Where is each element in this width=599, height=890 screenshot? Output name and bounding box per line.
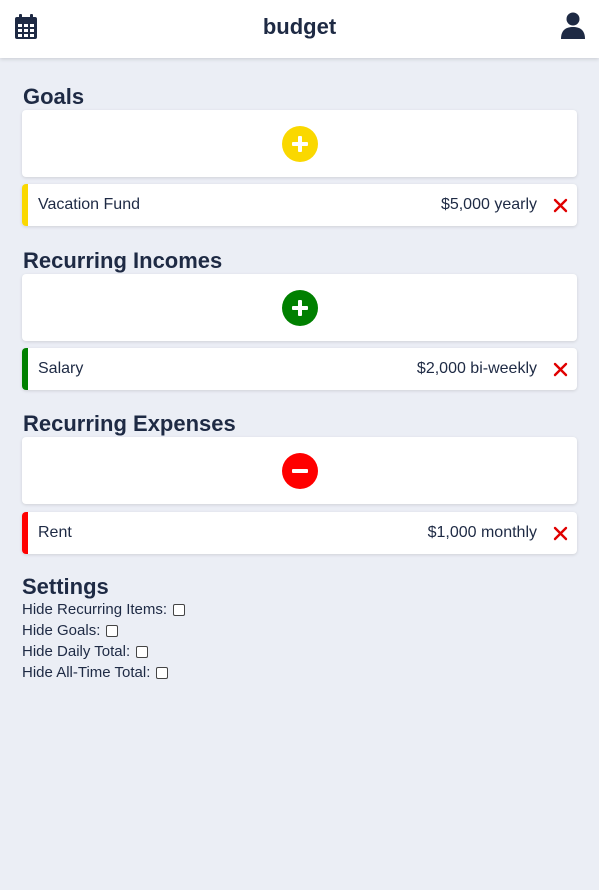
income-amount: $2,000 bi-weekly: [416, 360, 537, 377]
hide-goals-checkbox[interactable]: [106, 624, 119, 637]
goal-name: Vacation Fund: [38, 196, 140, 213]
setting-hide-goals: Hide Goals:: [22, 622, 119, 639]
expense-color-bar: [22, 512, 28, 554]
setting-hide-daily-total: Hide Daily Total:: [22, 643, 149, 660]
expenses-add-card: [22, 437, 577, 504]
setting-hide-recurring: Hide Recurring Items:: [22, 601, 186, 618]
add-expense-button[interactable]: [282, 453, 318, 489]
settings-heading: Settings: [22, 574, 109, 599]
incomes-add-card: [22, 274, 577, 341]
delete-icon[interactable]: [553, 362, 568, 377]
setting-hide-all-time-total: Hide All-Time Total:: [22, 664, 169, 681]
delete-icon[interactable]: [553, 198, 568, 213]
user-icon[interactable]: [561, 12, 585, 40]
expense-amount: $1,000 monthly: [427, 524, 537, 541]
add-income-button[interactable]: [282, 290, 318, 326]
income-item[interactable]: Salary $2,000 bi-weekly: [22, 348, 577, 390]
goal-amount: $5,000 yearly: [440, 196, 537, 213]
delete-icon[interactable]: [553, 526, 568, 541]
setting-label: Hide Recurring Items:: [22, 601, 168, 618]
goals-heading: Goals: [23, 84, 85, 109]
top-bar: budget: [0, 0, 599, 58]
minus-icon: [282, 453, 318, 489]
hide-all-time-total-checkbox[interactable]: [156, 666, 169, 679]
plus-icon: [282, 290, 318, 326]
incomes-heading: Recurring Incomes: [23, 248, 223, 273]
goal-item[interactable]: Vacation Fund $5,000 yearly: [22, 184, 577, 226]
expenses-heading: Recurring Expenses: [23, 411, 236, 436]
setting-label: Hide Goals:: [22, 622, 101, 639]
plus-icon: [282, 126, 318, 162]
setting-label: Hide Daily Total:: [22, 643, 131, 660]
hide-recurring-checkbox[interactable]: [173, 603, 186, 616]
income-name: Salary: [38, 360, 84, 377]
income-color-bar: [22, 348, 28, 390]
expense-item[interactable]: Rent $1,000 monthly: [22, 512, 577, 554]
expense-name: Rent: [38, 524, 72, 541]
goals-add-card: [22, 110, 577, 177]
hide-daily-total-checkbox[interactable]: [136, 645, 149, 658]
goal-color-bar: [22, 184, 28, 226]
setting-label: Hide All-Time Total:: [22, 664, 151, 681]
app-title: budget: [262, 14, 337, 39]
add-goal-button[interactable]: [282, 126, 318, 162]
